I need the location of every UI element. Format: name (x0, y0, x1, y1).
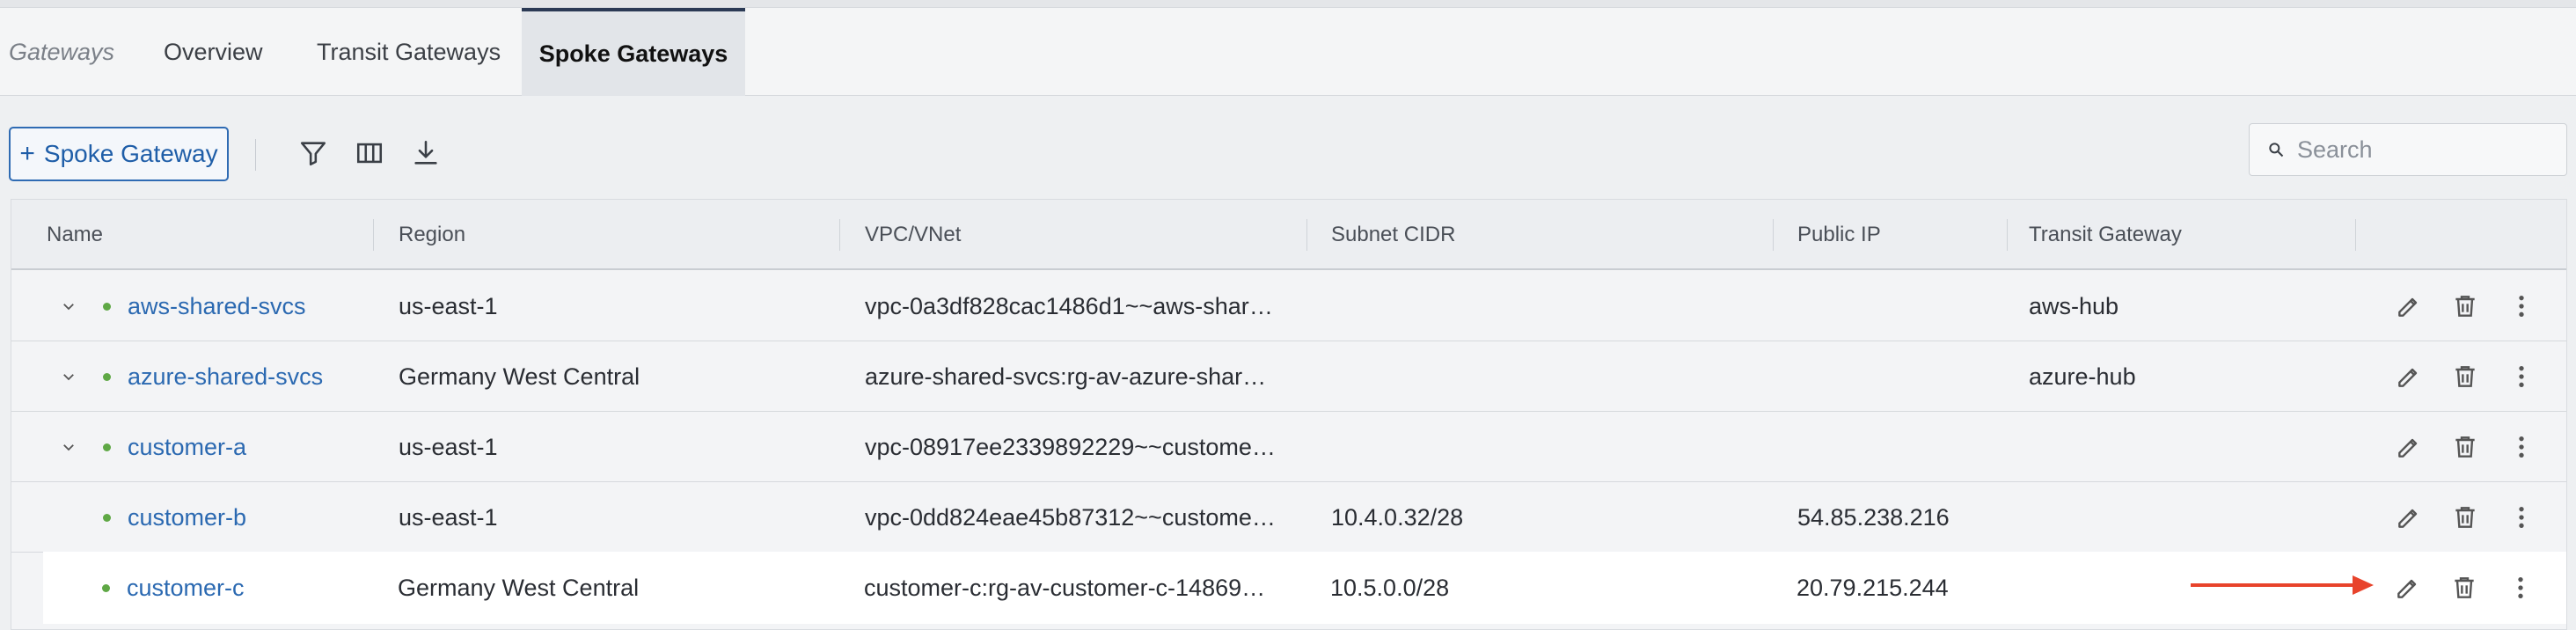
public-ip-cell: 20.79.215.244 (1797, 574, 1949, 601)
vpc-cell: vpc-08917ee2339892229~~customer-a (865, 434, 1278, 460)
column-divider[interactable] (1773, 219, 1774, 251)
trash-icon[interactable] (2448, 289, 2483, 324)
subnet-cell: 10.5.0.0/28 (1330, 574, 1450, 601)
more-vertical-icon[interactable] (2504, 500, 2539, 535)
more-vertical-icon[interactable] (2504, 289, 2539, 324)
public-ip-cell: 54.85.238.216 (1797, 503, 1950, 531)
filter-icon[interactable] (296, 136, 331, 171)
trash-icon[interactable] (2448, 429, 2483, 465)
column-divider[interactable] (2007, 219, 2008, 251)
search-icon (2269, 143, 2284, 158)
table-row-highlighted[interactable]: customer-c Germany West Central customer… (44, 553, 2565, 623)
status-dot (103, 514, 111, 522)
search-box[interactable] (2249, 123, 2567, 176)
column-header-name[interactable]: Name (47, 200, 103, 270)
column-divider[interactable] (2355, 219, 2356, 251)
vpc-cell: vpc-0dd824eae45b87312~~customer-b (865, 504, 1278, 531)
edit-icon[interactable] (2391, 429, 2426, 465)
trash-icon[interactable] (2448, 359, 2483, 394)
subnet-cell: 10.4.0.32/28 (1331, 503, 1464, 531)
search-input[interactable] (2297, 136, 2561, 164)
top-strip (0, 0, 2576, 8)
column-divider[interactable] (373, 219, 374, 251)
column-header-region[interactable]: Region (399, 200, 465, 270)
more-vertical-icon[interactable] (2504, 359, 2539, 394)
edit-icon[interactable] (2391, 289, 2426, 324)
tab-overview[interactable]: Overview (164, 8, 263, 96)
column-divider[interactable] (839, 219, 840, 251)
chevron-down-icon[interactable] (55, 341, 82, 412)
breadcrumb-gateways[interactable]: Gateways (9, 8, 114, 96)
status-dot (103, 373, 111, 381)
region-cell: us-east-1 (399, 433, 498, 460)
status-dot (102, 584, 110, 592)
status-dot (103, 303, 111, 311)
tab-spoke-gateways[interactable]: Spoke Gateways (522, 8, 745, 96)
add-spoke-gateway-label: Spoke Gateway (43, 140, 218, 167)
more-vertical-icon[interactable] (2504, 429, 2539, 465)
transit-gateway-cell: azure-hub (2029, 363, 2136, 390)
table-row[interactable]: customer-b us-east-1 vpc-0dd824eae45b873… (11, 482, 2566, 553)
gateway-name-link[interactable]: azure-shared-svcs (128, 341, 323, 412)
region-cell: Germany West Central (399, 363, 640, 390)
table-row[interactable]: aws-shared-svcs us-east-1 vpc-0a3df828ca… (11, 271, 2566, 341)
table-row[interactable]: customer-a us-east-1 vpc-08917ee23398922… (11, 412, 2566, 482)
chevron-down-icon[interactable] (55, 412, 82, 482)
column-header-transit-gateway[interactable]: Transit Gateway (2029, 200, 2182, 270)
trash-icon[interactable] (2447, 570, 2482, 605)
toolbar: + Spoke Gateway (0, 97, 2576, 199)
vpc-cell: customer-c:rg-av-customer-c-148699:… (864, 575, 1277, 601)
vpc-cell: vpc-0a3df828cac1486d1~~aws-shared… (865, 293, 1278, 319)
edit-icon[interactable] (2390, 570, 2426, 605)
gateway-name-link[interactable]: customer-c (127, 553, 245, 623)
gateway-name-link[interactable]: customer-b (128, 482, 246, 553)
chevron-down-icon[interactable] (55, 271, 82, 341)
column-header-vpc[interactable]: VPC/VNet (865, 200, 961, 270)
plus-icon: + (19, 139, 35, 168)
table-header: Name Region VPC/VNet Subnet CIDR Public … (11, 200, 2566, 270)
tab-bar: Gateways Overview Transit Gateways Spoke… (0, 8, 2576, 96)
column-header-public-ip[interactable]: Public IP (1797, 200, 1881, 270)
table-row[interactable]: azure-shared-svcs Germany West Central a… (11, 341, 2566, 412)
edit-icon[interactable] (2391, 359, 2426, 394)
region-cell: Germany West Central (398, 574, 640, 601)
column-divider[interactable] (1306, 219, 1307, 251)
download-icon[interactable] (408, 136, 443, 171)
add-spoke-gateway-button[interactable]: + Spoke Gateway (9, 127, 229, 181)
trash-icon[interactable] (2448, 500, 2483, 535)
region-cell: us-east-1 (399, 503, 498, 531)
transit-gateway-cell: aws-hub (2029, 292, 2119, 319)
status-dot (103, 443, 111, 451)
region-cell: us-east-1 (399, 292, 498, 319)
gateway-name-link[interactable]: customer-a (128, 412, 246, 482)
columns-icon[interactable] (352, 136, 387, 171)
column-header-subnet-cidr[interactable]: Subnet CIDR (1331, 200, 1455, 270)
tab-transit-gateways[interactable]: Transit Gateways (317, 8, 501, 96)
toolbar-divider (255, 139, 256, 171)
gateway-name-link[interactable]: aws-shared-svcs (128, 271, 306, 341)
more-vertical-icon[interactable] (2503, 570, 2538, 605)
annotation-arrow-icon (2191, 575, 2374, 595)
edit-icon[interactable] (2391, 500, 2426, 535)
vpc-cell: azure-shared-svcs:rg-av-azure-shared… (865, 363, 1278, 390)
